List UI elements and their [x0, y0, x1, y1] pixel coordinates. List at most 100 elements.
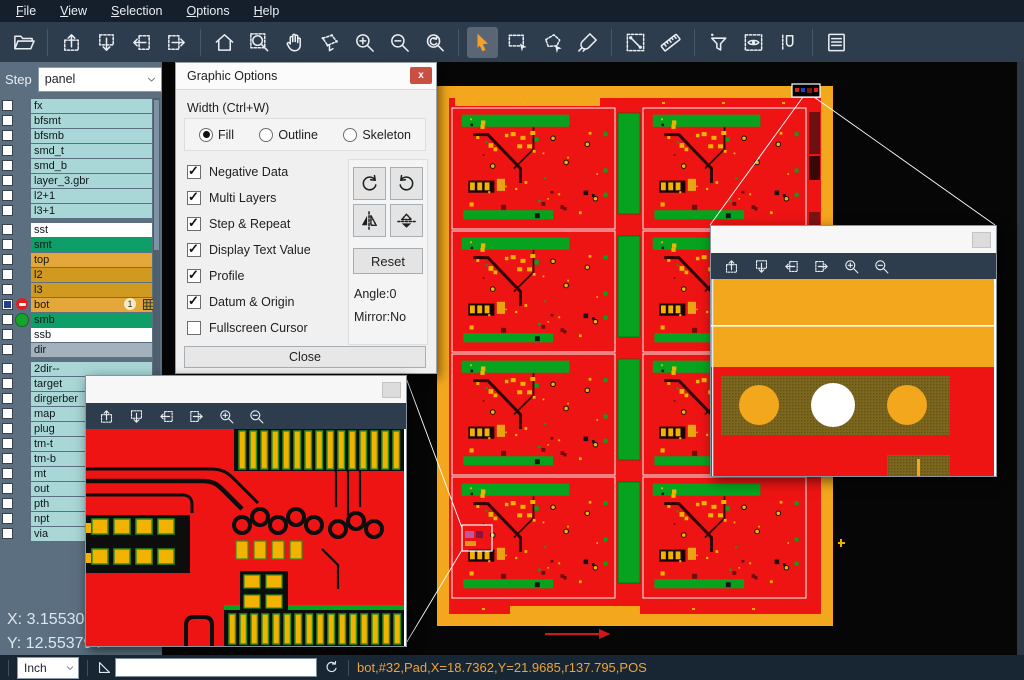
- checkbox-icon[interactable]: [187, 269, 201, 283]
- menu-item-options[interactable]: Options: [174, 0, 241, 22]
- radio-icon[interactable]: [343, 128, 357, 142]
- layer-name[interactable]: smb: [31, 313, 152, 327]
- layer-name[interactable]: l3+1: [31, 204, 152, 218]
- option-checkbox-negative-data[interactable]: Negative Data: [187, 164, 288, 180]
- layer-row-l2[interactable]: l2: [0, 267, 162, 282]
- menu-item-file[interactable]: File: [4, 0, 48, 22]
- layer-visibility-checkbox[interactable]: [2, 363, 13, 374]
- layer-row-fx[interactable]: fx: [0, 98, 162, 113]
- layer-row-smd_t[interactable]: smd_t: [0, 143, 162, 158]
- checkbox-icon[interactable]: [187, 321, 201, 335]
- layer-name[interactable]: layer_3.gbr: [31, 174, 152, 188]
- move-up-button[interactable]: [56, 27, 87, 58]
- layer-visibility-checkbox[interactable]: [2, 130, 13, 141]
- option-checkbox-multi-layers[interactable]: Multi Layers: [187, 190, 276, 206]
- pan-hand-button[interactable]: [279, 27, 310, 58]
- magnifier-view[interactable]: [711, 279, 996, 476]
- layer-visibility-checkbox[interactable]: [2, 329, 13, 340]
- move-left-icon[interactable]: [158, 408, 175, 425]
- layer-name[interactable]: 2dir--: [31, 362, 152, 376]
- measure-line-button[interactable]: [620, 27, 651, 58]
- layer-row-bfsmt[interactable]: bfsmt: [0, 113, 162, 128]
- rotate-ccw-button[interactable]: [390, 167, 423, 200]
- layer-name[interactable]: l2+1: [31, 189, 152, 203]
- layer-row-smd_b[interactable]: smd_b: [0, 158, 162, 173]
- dialog-titlebar[interactable]: Graphic Options x: [176, 63, 436, 90]
- layer-visibility-checkbox[interactable]: [2, 314, 13, 325]
- layer-visibility-checkbox[interactable]: [2, 299, 13, 310]
- layer-visibility-checkbox[interactable]: [2, 483, 13, 494]
- zoom-in-icon[interactable]: [218, 408, 235, 425]
- magnifier-titlebar[interactable]: [711, 226, 996, 253]
- layer-name[interactable]: smt: [31, 238, 152, 252]
- option-checkbox-fullscreen-cursor[interactable]: Fullscreen Cursor: [187, 320, 308, 336]
- home-button[interactable]: [209, 27, 240, 58]
- select-cursor-button[interactable]: [467, 27, 498, 58]
- layer-row-smb[interactable]: smb: [0, 312, 162, 327]
- layer-visibility-checkbox[interactable]: [2, 190, 13, 201]
- layer-row-l2+1[interactable]: l2+1: [0, 188, 162, 203]
- step-select[interactable]: panel: [38, 67, 162, 92]
- radio-icon[interactable]: [199, 128, 213, 142]
- zoom-region-button[interactable]: [244, 27, 275, 58]
- checkbox-icon[interactable]: [187, 191, 201, 205]
- filter-button[interactable]: [703, 27, 734, 58]
- layer-name[interactable]: smd_b: [31, 159, 152, 173]
- layer-visibility-checkbox[interactable]: [2, 513, 13, 524]
- layer-row-bot[interactable]: bot1: [0, 297, 162, 312]
- layer-visibility-checkbox[interactable]: [2, 160, 13, 171]
- layer-row-dir[interactable]: dir: [0, 342, 162, 357]
- layer-visibility-checkbox[interactable]: [2, 423, 13, 434]
- reset-button[interactable]: Reset: [353, 248, 423, 274]
- option-checkbox-datum-origin[interactable]: Datum & Origin: [187, 294, 294, 310]
- option-checkbox-profile[interactable]: Profile: [187, 268, 244, 284]
- layer-name[interactable]: smd_t: [31, 144, 152, 158]
- layer-visibility-checkbox[interactable]: [2, 224, 13, 235]
- checkbox-icon[interactable]: [187, 165, 201, 179]
- move-left-icon[interactable]: [783, 258, 800, 275]
- width-mode-radio-fill[interactable]: Fill: [199, 128, 234, 142]
- layer-name[interactable]: l3: [31, 283, 152, 297]
- move-right-button[interactable]: [161, 27, 192, 58]
- layer-visibility-checkbox[interactable]: [2, 528, 13, 539]
- layer-visibility-checkbox[interactable]: [2, 175, 13, 186]
- layer-visibility-checkbox[interactable]: [2, 453, 13, 464]
- layer-visibility-checkbox[interactable]: [2, 115, 13, 126]
- magnifier-window-button[interactable]: [382, 382, 401, 398]
- layer-name[interactable]: dir: [31, 343, 152, 357]
- select-rectangle-button[interactable]: [502, 27, 533, 58]
- flip-horizontal-button[interactable]: [353, 204, 386, 237]
- snap-magnet-button[interactable]: [773, 27, 804, 58]
- zoom-polygon-button[interactable]: [314, 27, 345, 58]
- flip-vertical-button[interactable]: [390, 204, 423, 237]
- move-right-icon[interactable]: [813, 258, 830, 275]
- width-mode-radio-outline[interactable]: Outline: [259, 128, 318, 142]
- layer-visibility-checkbox[interactable]: [2, 344, 13, 355]
- move-up-icon[interactable]: [723, 258, 740, 275]
- menu-item-selection[interactable]: Selection: [99, 0, 174, 22]
- zoom-out-button[interactable]: [384, 27, 415, 58]
- refresh-icon[interactable]: [323, 659, 340, 676]
- brush-button[interactable]: [572, 27, 603, 58]
- dialog-close-button[interactable]: x: [410, 67, 432, 84]
- layer-row-smt[interactable]: smt: [0, 237, 162, 252]
- magnifier-view[interactable]: [86, 429, 406, 646]
- move-left-button[interactable]: [126, 27, 157, 58]
- open-folder-button[interactable]: [8, 27, 39, 58]
- menu-item-help[interactable]: Help: [242, 0, 292, 22]
- checkbox-icon[interactable]: [187, 295, 201, 309]
- angle-tool-icon[interactable]: [96, 659, 113, 676]
- layer-row-top[interactable]: top: [0, 252, 162, 267]
- zoom-in-button[interactable]: [349, 27, 380, 58]
- move-down-button[interactable]: [91, 27, 122, 58]
- layer-row-ssb[interactable]: ssb: [0, 327, 162, 342]
- layer-row-layer_3.gbr[interactable]: layer_3.gbr: [0, 173, 162, 188]
- zoom-out-icon[interactable]: [248, 408, 265, 425]
- layer-visibility-checkbox[interactable]: [2, 438, 13, 449]
- canvas-scrollbar[interactable]: [1017, 62, 1024, 655]
- layer-name[interactable]: bfsmb: [31, 129, 152, 143]
- radio-icon[interactable]: [259, 128, 273, 142]
- width-mode-radio-skeleton[interactable]: Skeleton: [343, 128, 411, 142]
- view-options-button[interactable]: [738, 27, 769, 58]
- move-down-icon[interactable]: [753, 258, 770, 275]
